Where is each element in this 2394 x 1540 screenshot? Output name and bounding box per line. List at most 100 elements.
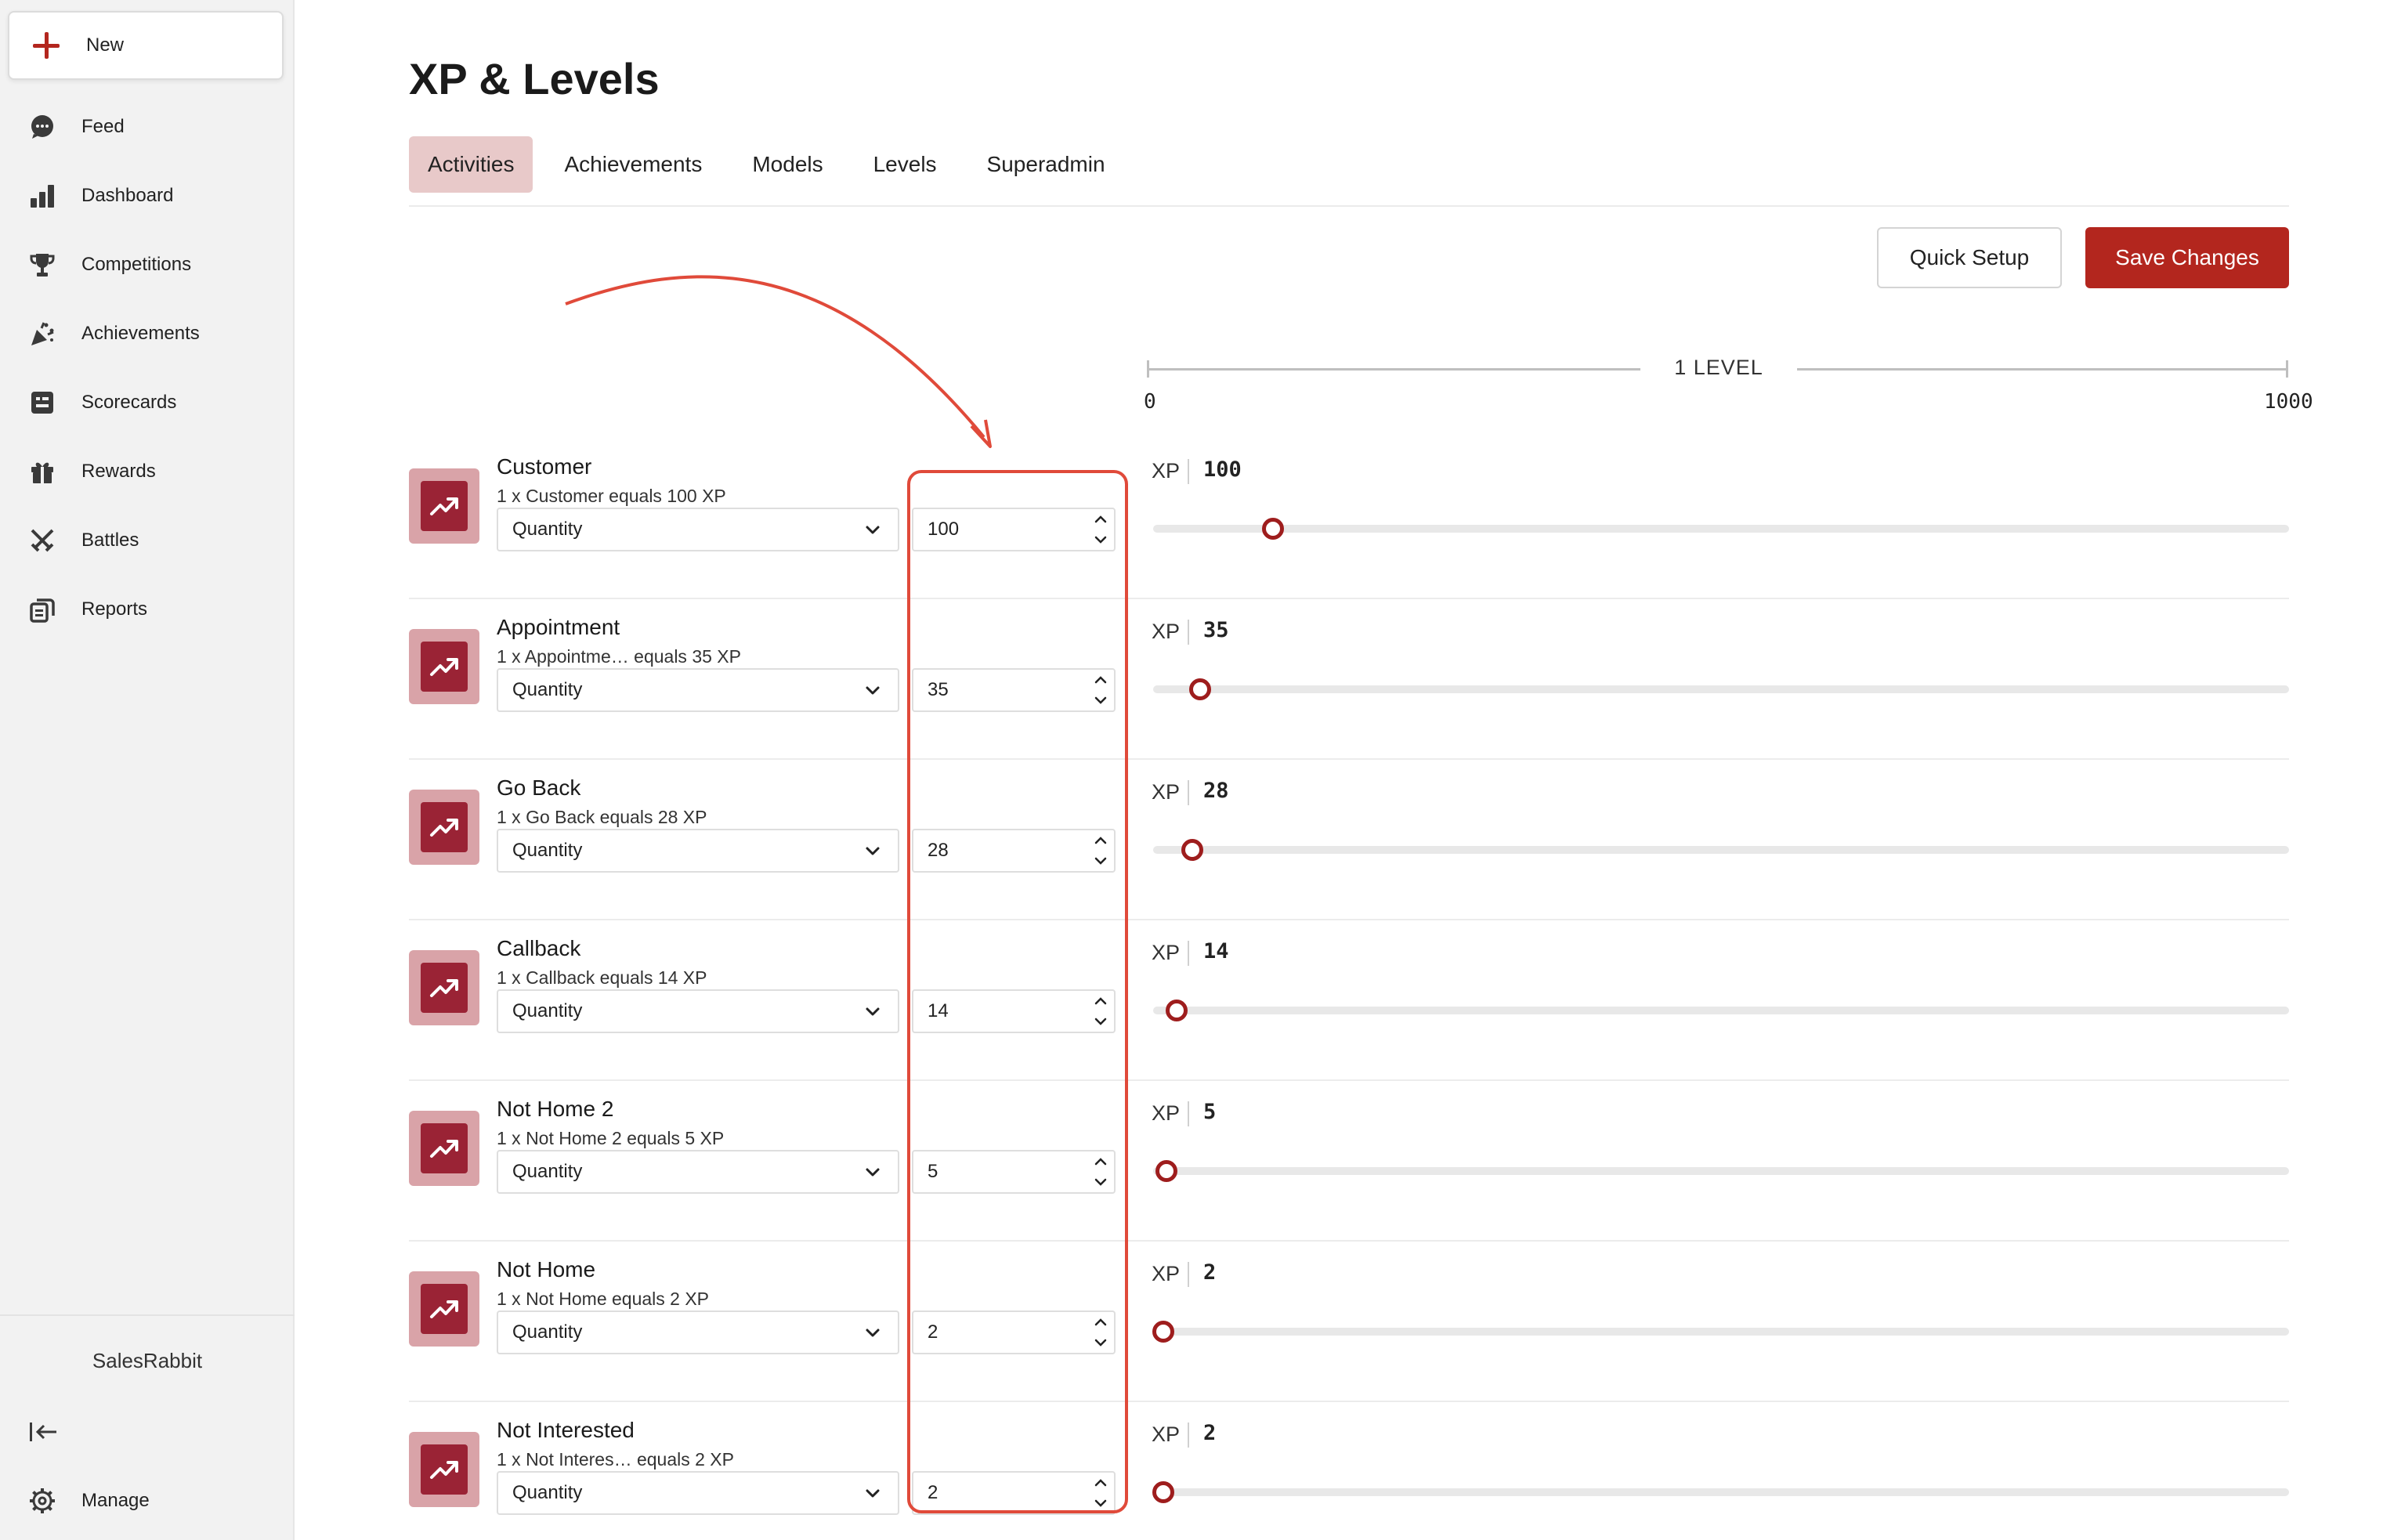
number-stepper-icon[interactable] — [1090, 832, 1111, 869]
xp-value-input[interactable]: 35 — [912, 668, 1116, 712]
xp-slider-thumb[interactable] — [1189, 678, 1212, 700]
activity-row: Appointment 1 x Appointme… equals 35 XP … — [409, 599, 2289, 760]
new-button[interactable]: New — [8, 11, 284, 80]
chevron-down-icon — [866, 1168, 880, 1177]
xp-slider-track[interactable] — [1153, 685, 2289, 693]
scale-tick-end — [2286, 360, 2288, 378]
sidebar-item-battles[interactable]: Battles — [0, 509, 295, 572]
sidebar-item-scorecards[interactable]: Scorecards — [0, 371, 295, 434]
scale-line-left — [1147, 368, 1640, 371]
xp-input-value: 100 — [928, 519, 960, 540]
xp-separator — [1188, 1423, 1189, 1448]
activity-icon-tile — [409, 790, 479, 865]
activity-name: Not Interested — [497, 1418, 635, 1442]
sidebar-item-label: Scorecards — [81, 392, 177, 413]
tab-superadmin[interactable]: Superadmin — [968, 136, 1124, 193]
xp-slider-track[interactable] — [1153, 1488, 2289, 1496]
sidebar-item-dashboard[interactable]: Dashboard — [0, 164, 295, 227]
quick-setup-button[interactable]: Quick Setup — [1877, 227, 2062, 288]
activity-type-select[interactable]: Quantity — [497, 829, 899, 873]
activity-type-value: Quantity — [512, 1161, 583, 1182]
xp-slider-thumb[interactable] — [1152, 1481, 1174, 1503]
trending-up-icon — [421, 802, 468, 852]
xp-value-input[interactable]: 28 — [912, 829, 1116, 873]
sidebar-item-label: Competitions — [81, 254, 192, 275]
manage-button[interactable]: Manage — [0, 1470, 295, 1532]
number-stepper-icon[interactable] — [1090, 1314, 1111, 1351]
activity-type-select[interactable]: Quantity — [497, 508, 899, 551]
activity-name: Not Home — [497, 1257, 596, 1282]
sidebar: New Feed Dashboard Competitions Achievem… — [0, 0, 295, 1540]
xp-value-input[interactable]: 2 — [912, 1471, 1116, 1515]
annotation-arrow — [565, 275, 992, 448]
activity-name: Appointment — [497, 615, 620, 639]
activity-type-select[interactable]: Quantity — [497, 989, 899, 1033]
scale-min: 0 — [1144, 390, 1156, 414]
xp-slider-track[interactable] — [1153, 1167, 2289, 1175]
activity-type-value: Quantity — [512, 519, 583, 540]
xp-value-input[interactable]: 14 — [912, 989, 1116, 1033]
bar-chart-icon — [28, 182, 56, 210]
tab-levels[interactable]: Levels — [855, 136, 956, 193]
chevron-down-icon — [866, 1007, 880, 1016]
xp-amount: 5 — [1203, 1100, 1217, 1124]
scorecard-icon — [28, 389, 56, 417]
activity-type-select[interactable]: Quantity — [497, 668, 899, 712]
sidebar-item-label: Battles — [81, 530, 139, 551]
xp-slider-thumb[interactable] — [1166, 1000, 1188, 1021]
tab-activities[interactable]: Activities — [409, 136, 533, 193]
save-changes-button[interactable]: Save Changes — [2085, 227, 2289, 288]
tab-bar: Activities Achievements Models Levels Su… — [409, 136, 1137, 193]
activity-type-select[interactable]: Quantity — [497, 1471, 899, 1515]
activity-type-value: Quantity — [512, 840, 583, 861]
activity-row: Not Home 2 1 x Not Home 2 equals 5 XP Qu… — [409, 1081, 2289, 1242]
xp-slider-track[interactable] — [1153, 1328, 2289, 1336]
collapse-sidebar-icon[interactable] — [28, 1418, 60, 1446]
number-stepper-icon[interactable] — [1090, 992, 1111, 1030]
xp-separator — [1188, 459, 1189, 484]
activity-icon-tile — [409, 1111, 479, 1186]
crossed-swords-icon — [28, 526, 56, 555]
xp-slider-track[interactable] — [1153, 525, 2289, 533]
xp-slider-thumb[interactable] — [1181, 839, 1204, 861]
xp-slider-track[interactable] — [1153, 1007, 2289, 1014]
sidebar-item-reports[interactable]: Reports — [0, 578, 295, 641]
activity-type-value: Quantity — [512, 679, 583, 700]
tab-models[interactable]: Models — [733, 136, 841, 193]
xp-slider-thumb[interactable] — [1155, 1160, 1178, 1182]
gift-icon — [28, 457, 56, 486]
sidebar-item-achievements[interactable]: Achievements — [0, 302, 295, 365]
level-label: 1 LEVEL — [1674, 356, 1763, 379]
xp-label: XP — [1152, 1423, 1181, 1446]
xp-value-input[interactable]: 2 — [912, 1310, 1116, 1354]
new-button-label: New — [86, 34, 125, 56]
sidebar-item-rewards[interactable]: Rewards — [0, 440, 295, 503]
sidebar-divider — [0, 1314, 295, 1316]
sidebar-item-feed[interactable]: Feed — [0, 96, 295, 158]
number-stepper-icon[interactable] — [1090, 1474, 1111, 1512]
number-stepper-icon[interactable] — [1090, 671, 1111, 709]
activity-type-select[interactable]: Quantity — [497, 1150, 899, 1194]
xp-value-input[interactable]: 5 — [912, 1150, 1116, 1194]
activity-description: 1 x Callback equals 14 XP — [497, 967, 707, 988]
xp-amount: 14 — [1203, 939, 1229, 963]
number-stepper-icon[interactable] — [1090, 1153, 1111, 1191]
xp-label: XP — [1152, 620, 1181, 643]
tab-achievements[interactable]: Achievements — [545, 136, 721, 193]
activity-name: Not Home 2 — [497, 1097, 614, 1121]
activity-type-select[interactable]: Quantity — [497, 1310, 899, 1354]
sidebar-item-competitions[interactable]: Competitions — [0, 233, 295, 296]
activity-description: 1 x Appointme… equals 35 XP — [497, 646, 741, 667]
xp-slider-thumb[interactable] — [1262, 518, 1284, 540]
xp-slider-thumb[interactable] — [1152, 1321, 1174, 1343]
trending-up-icon — [421, 481, 468, 531]
activity-name: Customer — [497, 454, 592, 479]
xp-slider-track[interactable] — [1153, 846, 2289, 854]
xp-amount: 35 — [1203, 618, 1229, 642]
trending-up-icon — [421, 1444, 468, 1495]
xp-value-input[interactable]: 100 — [912, 508, 1116, 551]
xp-input-value: 2 — [928, 1482, 938, 1503]
chevron-down-icon — [866, 847, 880, 855]
number-stepper-icon[interactable] — [1090, 511, 1111, 548]
sidebar-item-label: Dashboard — [81, 185, 174, 206]
